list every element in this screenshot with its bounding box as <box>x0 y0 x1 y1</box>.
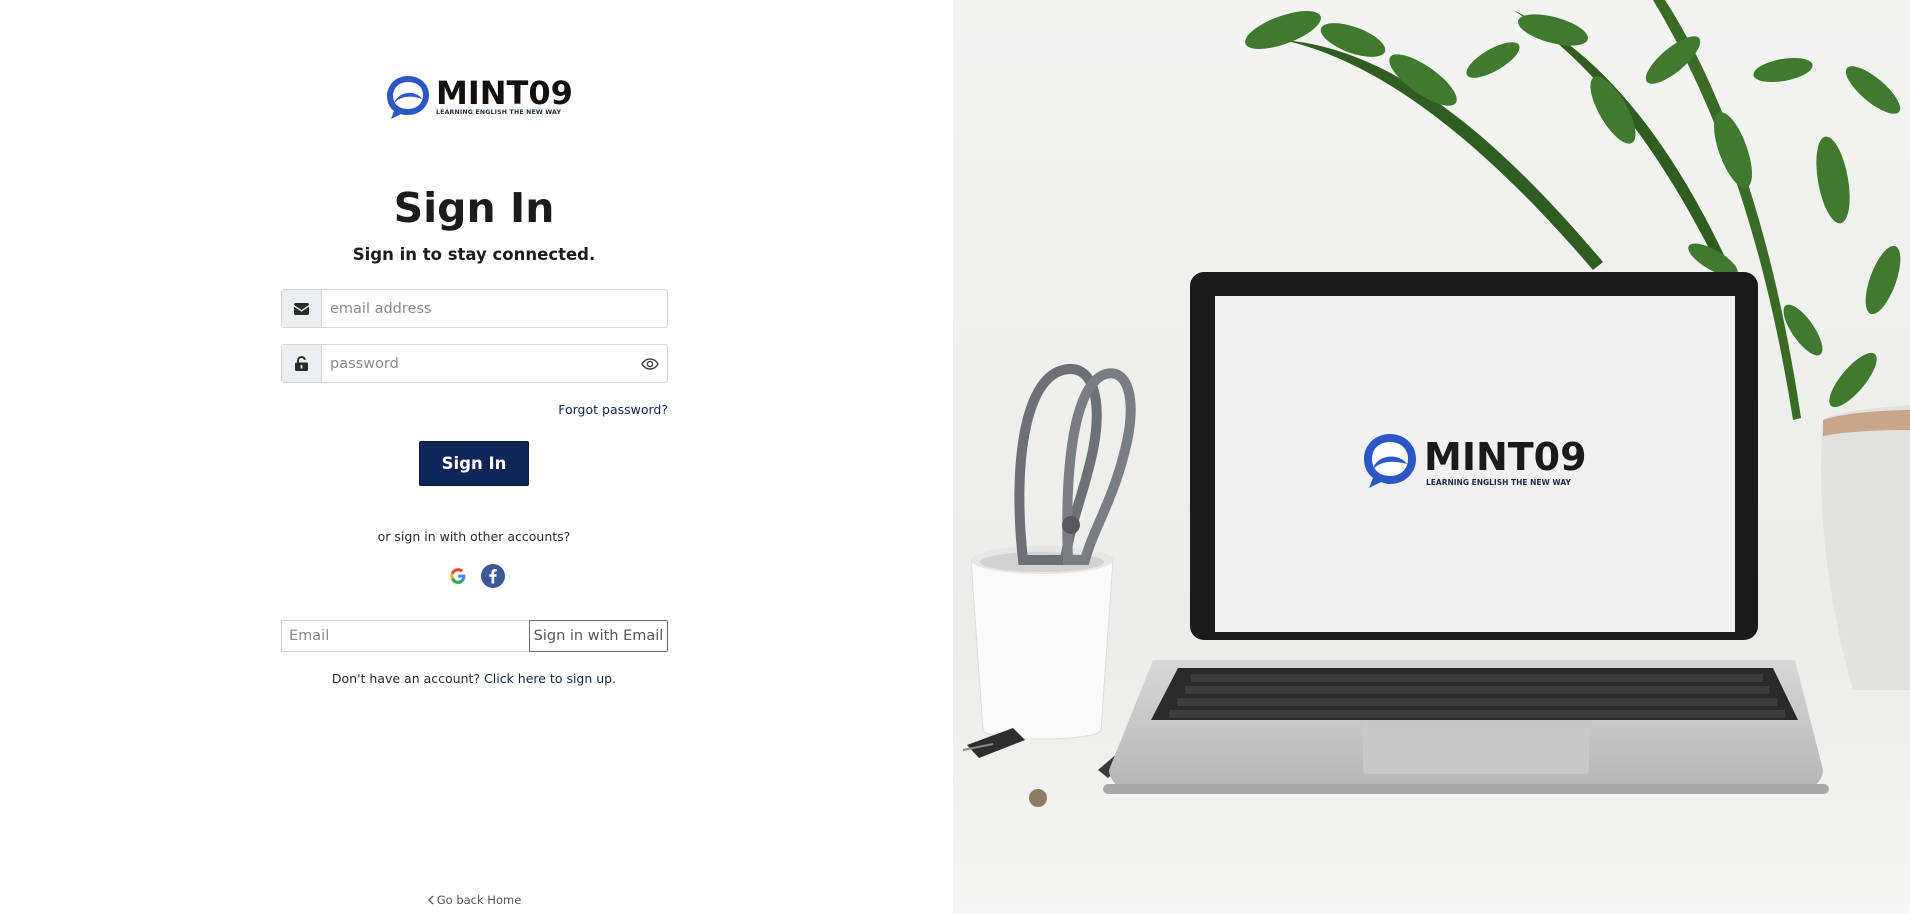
email-input[interactable] <box>322 290 667 327</box>
google-icon[interactable] <box>446 564 470 588</box>
magic-link-email-input[interactable] <box>281 620 529 652</box>
envelope-icon <box>294 302 309 315</box>
laptop-screen-logo: MINT09 LEARNING ENGLISH THE NEW WAY <box>1364 434 1587 488</box>
eye-icon[interactable] <box>633 345 667 382</box>
signup-row: Don't have an account? Click here to sig… <box>0 671 948 686</box>
lock-icon <box>295 356 308 371</box>
screen-brand-name: MINT09 <box>1424 435 1587 479</box>
magic-link-form: Sign in with Email <box>281 620 668 652</box>
sign-in-button[interactable]: Sign In <box>419 441 529 486</box>
sign-in-panel: MINT09 LEARNING ENGLISH THE NEW WAY Sign… <box>0 0 953 914</box>
password-input[interactable] <box>322 345 633 382</box>
logo-mark-icon <box>387 76 429 119</box>
go-back-home-link[interactable]: Go back Home <box>427 893 522 907</box>
password-addon <box>282 345 322 382</box>
social-login-group <box>446 564 505 588</box>
email-field-group <box>281 289 668 328</box>
sign-in-with-email-button[interactable]: Sign in with Email <box>529 620 668 652</box>
brand-tagline: LEARNING ENGLISH THE NEW WAY <box>436 109 562 116</box>
brand-name: MINT09 <box>436 74 573 112</box>
page-subtitle: Sign in to stay connected. <box>352 245 596 264</box>
social-prompt: or sign in with other accounts? <box>377 529 571 544</box>
go-back-home-label: Go back Home <box>436 893 522 907</box>
footer: Go back Home <box>0 893 948 908</box>
hero-illustration: MINT09 LEARNING ENGLISH THE NEW WAY <box>953 0 1910 914</box>
forgot-password-link[interactable]: Forgot password? <box>558 402 668 417</box>
brand-logo: MINT09 LEARNING ENGLISH THE NEW WAY <box>384 72 574 122</box>
signup-prompt: Don't have an account? <box>331 671 481 686</box>
screen-brand-tagline: LEARNING ENGLISH THE NEW WAY <box>1426 478 1571 487</box>
laptop <box>1103 272 1829 794</box>
signup-link[interactable]: Click here to sign up. <box>484 671 616 686</box>
hero-image: MINT09 LEARNING ENGLISH THE NEW WAY <box>953 0 1910 914</box>
chevron-left-icon <box>427 895 434 905</box>
password-field-group <box>281 344 668 383</box>
page-title: Sign In <box>393 184 555 232</box>
facebook-icon[interactable] <box>481 564 505 588</box>
email-addon <box>282 290 322 327</box>
